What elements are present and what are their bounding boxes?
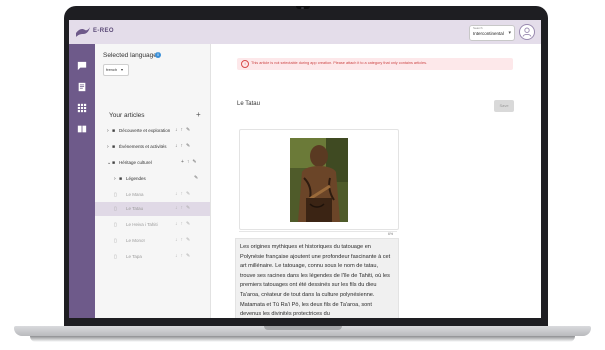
- row-actions[interactable]: +↑✎: [181, 159, 200, 165]
- row-actions[interactable]: ↓↑✎: [175, 205, 193, 211]
- tree-item-label: Événements et activités: [119, 144, 167, 149]
- chevron-down-icon[interactable]: ⌄: [107, 160, 111, 166]
- tree-item-label: Le Heiva i Tahiti: [126, 222, 158, 227]
- user-avatar-icon[interactable]: [519, 24, 535, 40]
- row-actions[interactable]: ↓↑✎: [175, 253, 193, 259]
- tree-article-row[interactable]: ▯ Le Heiva i Tahiti ↓↑✎: [95, 218, 210, 232]
- row-actions[interactable]: ↓↑✎: [175, 143, 193, 149]
- save-button[interactable]: Save: [494, 100, 514, 112]
- selector-value: Intercontinental: [473, 31, 504, 36]
- document-icon: ▯: [114, 192, 117, 198]
- nav-rail: [69, 44, 95, 318]
- laptop-groove: [264, 326, 342, 330]
- tree-article-row[interactable]: ▯ Le Tapa ↓↑✎: [95, 250, 210, 264]
- document-icon: ▯: [114, 206, 117, 212]
- laptop-shadow: [30, 336, 575, 342]
- logo-icon[interactable]: [75, 26, 91, 38]
- block-divider: [239, 231, 397, 232]
- image-size-tag: 6%: [388, 232, 394, 236]
- app-screen: E-REO Search Intercontinental ▾ Selected…: [69, 20, 541, 318]
- tree-folder-row[interactable]: ⌄ ■ Héritage culturel +↑✎: [95, 156, 210, 170]
- chat-icon[interactable]: [76, 60, 88, 72]
- add-article-button[interactable]: +: [196, 110, 201, 119]
- document-icon: ▯: [114, 254, 117, 260]
- save-button-label: Save: [499, 103, 509, 108]
- chevron-down-icon: ▾: [121, 66, 124, 72]
- article-title: Le Tatau: [237, 101, 260, 107]
- row-actions[interactable]: ↓↑✎: [175, 237, 193, 243]
- document-icon[interactable]: [76, 81, 88, 93]
- article-editor: ! This article is not selectable during …: [211, 44, 541, 318]
- image-block[interactable]: [239, 129, 399, 230]
- chevron-right-icon[interactable]: ›: [114, 176, 116, 182]
- tree-folder-row[interactable]: › ■ Événements et activités ↓↑✎: [95, 140, 210, 154]
- folder-icon: ■: [112, 144, 116, 150]
- language-select[interactable]: french ▾: [103, 64, 129, 76]
- articles-panel: Selected language i french ▾ Your articl…: [95, 44, 211, 318]
- info-icon[interactable]: i: [155, 52, 161, 58]
- folder-icon: ■: [112, 160, 116, 166]
- tree-item-label: Le Tapa: [126, 254, 142, 259]
- document-icon: ▯: [114, 222, 117, 228]
- logo-text: E-REO: [93, 28, 115, 34]
- tree-item-label: Le Mana: [126, 192, 144, 197]
- article-body-text[interactable]: Les origines mythiques et historiques du…: [240, 243, 394, 318]
- row-actions[interactable]: ↓↑✎: [175, 221, 193, 227]
- tree-article-row[interactable]: ▯ Le Monoï ↓↑✎: [95, 234, 210, 248]
- chevron-down-icon: ▾: [508, 30, 511, 36]
- site-selector[interactable]: Search Intercontinental ▾: [469, 25, 515, 41]
- selected-language-label: Selected language: [103, 52, 157, 59]
- warning-alert: ! This article is not selectable during …: [237, 58, 513, 70]
- chevron-right-icon[interactable]: ›: [107, 128, 109, 134]
- folder-icon: ■: [112, 128, 116, 134]
- tree-item-label: Le Tatau: [126, 206, 144, 211]
- chevron-right-icon[interactable]: ›: [107, 144, 109, 150]
- document-icon: ▯: [114, 238, 117, 244]
- grid-icon[interactable]: [76, 102, 88, 114]
- tree-item-label: Découverte et exploration: [119, 128, 171, 133]
- camera-icon: [301, 7, 304, 9]
- alert-text: This article is not selectable during ap…: [251, 61, 428, 65]
- tree-folder-row[interactable]: › ■ Découverte et exploration ↓↑✎: [95, 124, 210, 138]
- tree-article-row[interactable]: ▯ Le Tatau ↓↑✎: [95, 202, 210, 216]
- folder-icon: ■: [119, 176, 123, 182]
- tree-item-label: Légendes: [126, 176, 146, 181]
- tattooed-man-image: [290, 138, 348, 222]
- row-actions[interactable]: ↓↑✎: [175, 191, 193, 197]
- tree-item-label: Héritage culturel: [119, 160, 152, 165]
- alert-icon: !: [241, 60, 249, 68]
- articles-title: Your articles: [109, 112, 145, 119]
- edit-icon[interactable]: ✎: [194, 175, 201, 181]
- selector-label: Search: [473, 26, 483, 30]
- tree-article-row[interactable]: ▯ Le Mana ↓↑✎: [95, 188, 210, 202]
- text-block[interactable]: Les origines mythiques et historiques du…: [235, 238, 399, 318]
- language-value: french: [106, 67, 118, 72]
- tree-item-label: Le Monoï: [126, 238, 145, 243]
- book-icon[interactable]: [76, 123, 88, 135]
- tree-folder-row[interactable]: › ■ Légendes ✎: [95, 172, 210, 186]
- row-actions[interactable]: ↓↑✎: [175, 127, 193, 133]
- top-bar: E-REO Search Intercontinental ▾: [69, 20, 541, 45]
